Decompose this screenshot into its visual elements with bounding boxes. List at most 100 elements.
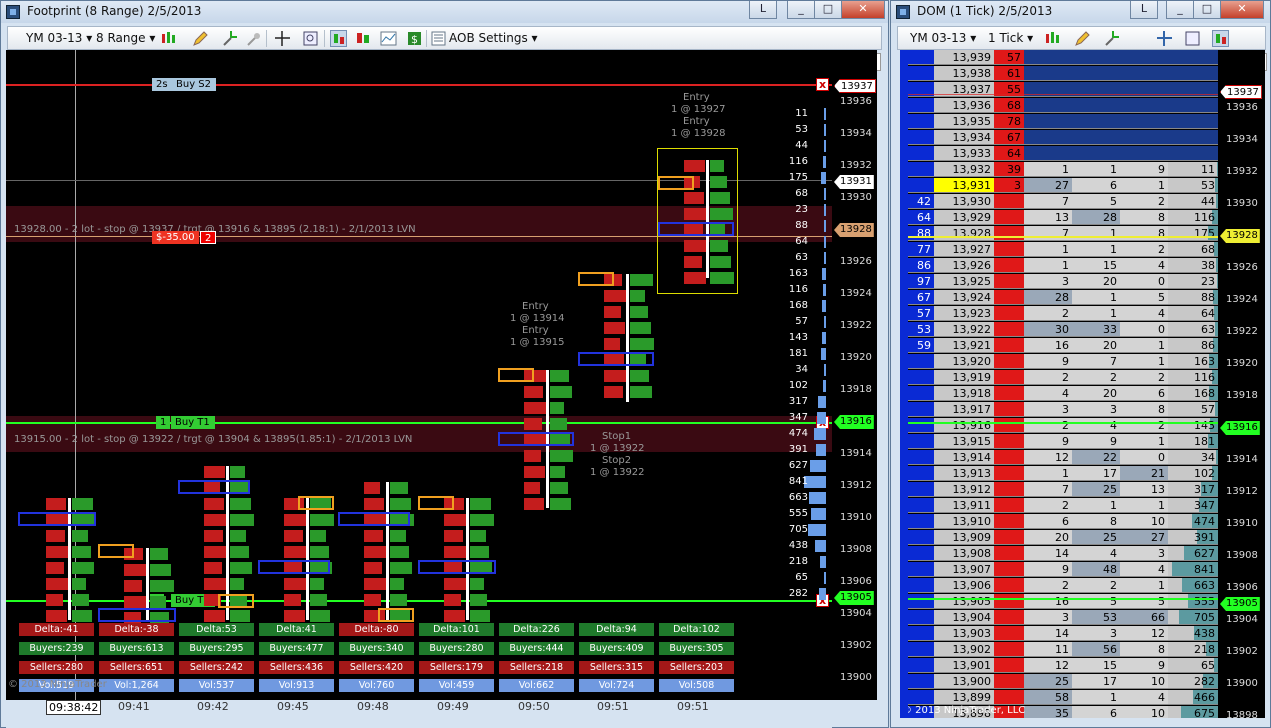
footprint-titlebar[interactable]: Footprint (8 Range) 2/5/2013 L _ □ ✕	[1, 1, 888, 23]
dom-row[interactable]: 53 13,922 30 33 0 63	[908, 322, 1218, 338]
dom-row[interactable]: 13,937 55	[908, 82, 1218, 98]
close-button[interactable]: ✕	[841, 1, 885, 19]
order-t1-qty[interactable]: 1	[156, 416, 171, 429]
dom-row[interactable]: 64 13,929 13 28 8 116	[908, 210, 1218, 226]
dom-row[interactable]: 13,901 12 15 9 65	[908, 658, 1218, 674]
chart-properties-icon[interactable]	[380, 30, 397, 47]
dom-total-vol: 282	[1168, 674, 1218, 689]
dom-row[interactable]: 77 13,927 1 1 2 68	[908, 242, 1218, 258]
dom-row[interactable]: 13,903 14 3 12 438	[908, 626, 1218, 642]
dom-titlebar[interactable]: DOM (1 Tick) 2/5/2013 L _ □ ✕	[891, 1, 1270, 23]
dom-row[interactable]: 13,933 64	[908, 146, 1218, 162]
dom-ladder[interactable]: 13,939 57 13,938 61 13,937 55 13,936 68 13,935 78…	[908, 50, 1218, 718]
dom-row[interactable]: 13,910 6 8 10 474	[908, 514, 1218, 530]
maximize-button[interactable]: □	[1193, 1, 1221, 19]
aob-settings-menu[interactable]: AOB Settings ▾	[449, 31, 538, 45]
indicators-icon[interactable]	[1212, 30, 1229, 47]
close-button[interactable]: ✕	[1220, 1, 1264, 19]
dom-row[interactable]: 13,936 68	[908, 98, 1218, 114]
dom-row[interactable]: 13,935 78	[908, 114, 1218, 130]
dom-row[interactable]: 13,939 57	[908, 50, 1218, 66]
instrument-selector[interactable]: YM 03-13 ▾	[26, 31, 92, 45]
footprint-cell	[550, 498, 571, 510]
draw-pencil-icon[interactable]	[1074, 30, 1091, 47]
aob-settings-icon[interactable]	[430, 30, 447, 47]
dom-row[interactable]: 13,899 58 1 4 466	[908, 690, 1218, 706]
footprint-cell	[550, 402, 564, 414]
dom-row[interactable]: 13,909 20 25 27 391	[908, 530, 1218, 546]
dom-price: 13,904	[934, 610, 994, 625]
data-box-icon[interactable]	[302, 30, 319, 47]
order-t1-label[interactable]: Buy T1	[171, 416, 215, 429]
dom-row[interactable]: 13,917 3 3 8 57	[908, 402, 1218, 418]
dom-period-selector[interactable]: 1 Tick ▾	[988, 31, 1033, 45]
dom-row[interactable]: 88 13,928 7 1 8 175	[908, 226, 1218, 242]
dom-row[interactable]: 42 13,930 7 5 2 44	[908, 194, 1218, 210]
bar-type-icon[interactable]	[160, 30, 177, 47]
dom-row[interactable]: 13,931 3 27 6 1 53	[908, 178, 1218, 194]
link-button[interactable]: L	[749, 1, 777, 19]
dom-row[interactable]: 13,914 12 22 0 34	[908, 450, 1218, 466]
dom-sell-vol	[1024, 130, 1072, 145]
dom-row[interactable]: 59 13,921 16 20 1 86	[908, 338, 1218, 354]
time-axis[interactable]: 09:41 09:42 09:45 09:48 09:49 09:50 09:51 09:51…	[6, 700, 832, 728]
period-selector[interactable]: 8 Range ▾	[96, 31, 155, 45]
data-box-icon[interactable]	[1184, 30, 1201, 47]
maximize-button[interactable]: □	[814, 1, 842, 19]
dom-bid	[908, 642, 934, 657]
dom-row[interactable]: 13,932 39 1 1 9 11	[908, 162, 1218, 178]
indicators-icon[interactable]	[330, 30, 347, 47]
zoom-in-icon[interactable]	[222, 30, 239, 47]
dom-total-vol	[1168, 98, 1218, 113]
price-axis[interactable]: 13936 13934 13932 13930 13928 13926 13924 13922…	[832, 50, 877, 700]
minimize-button[interactable]: _	[787, 1, 815, 19]
dom-row[interactable]: 13,916 2 4 2 143	[908, 418, 1218, 434]
minimize-button[interactable]: _	[1166, 1, 1194, 19]
dom-row[interactable]: 13,934 67	[908, 130, 1218, 146]
zoom-in-icon[interactable]	[1104, 30, 1121, 47]
dom-price: 13,930	[934, 194, 994, 209]
profile-value: 23	[795, 204, 808, 215]
crosshair-icon[interactable]	[274, 30, 291, 47]
dom-row[interactable]: 13,918 4 20 6 168	[908, 386, 1218, 402]
dom-price-axis[interactable]: 13937 13936 13934 13932 13930 13928 13926 13924…	[1218, 50, 1265, 721]
dom-row[interactable]: 13,908 14 4 3 627	[908, 546, 1218, 562]
dom-row[interactable]: 67 13,924 28 1 5 88	[908, 290, 1218, 306]
bar-type-icon[interactable]	[1044, 30, 1061, 47]
dom-row[interactable]: 13,905 16 5 5 555	[908, 594, 1218, 610]
dom-row[interactable]: 57 13,923 2 1 4 64	[908, 306, 1218, 322]
dom-row[interactable]: 13,912 7 25 13 317	[908, 482, 1218, 498]
dom-row[interactable]: 13,915 9 9 1 181	[908, 434, 1218, 450]
dom-price-tick: 13920	[1226, 358, 1258, 369]
dom-bid	[908, 434, 934, 449]
dom-row[interactable]: 13,919 2 2 2 116	[908, 370, 1218, 386]
dom-row[interactable]: 13,902 11 56 8 218	[908, 642, 1218, 658]
dom-row[interactable]: 97 13,925 3 20 0 23	[908, 274, 1218, 290]
dom-row[interactable]: 86 13,926 1 15 4 38	[908, 258, 1218, 274]
dom-row[interactable]: 13,913 1 17 21 102	[908, 466, 1218, 482]
dom-row[interactable]: 13,900 25 17 10 282	[908, 674, 1218, 690]
footprint-chart[interactable]: 13928.00 - 2 lot - stop @ 13937 / trgt @…	[6, 50, 832, 700]
currency-icon[interactable]: $	[406, 30, 423, 47]
dom-row[interactable]: 13,906 2 2 1 663	[908, 578, 1218, 594]
strategies-icon[interactable]	[355, 30, 372, 47]
footprint-cell	[204, 562, 222, 574]
dom-row[interactable]: 13,907 9 48 4 841	[908, 562, 1218, 578]
draw-pencil-icon[interactable]	[192, 30, 209, 47]
dom-total-vol: 391	[1168, 530, 1218, 545]
dom-instrument-selector[interactable]: YM 03-13 ▾	[910, 31, 976, 45]
order-s2-qty[interactable]: 2s	[152, 78, 172, 91]
pnl-qty[interactable]: 2	[200, 231, 217, 244]
cancel-stop-icon[interactable]: x	[816, 78, 829, 91]
footprint-cell	[364, 530, 383, 542]
zoom-out-icon[interactable]	[246, 30, 263, 47]
poc-box	[578, 272, 614, 286]
order-s2-label[interactable]: Buy S2	[172, 78, 216, 91]
dom-row[interactable]: 13,904 3 53 66 705	[908, 610, 1218, 626]
crosshair-icon[interactable]	[1156, 30, 1173, 47]
link-button[interactable]: L	[1130, 1, 1158, 19]
summary-delta: Delta:-80	[339, 623, 414, 636]
dom-row[interactable]: 13,920 9 7 1 163	[908, 354, 1218, 370]
dom-row[interactable]: 13,938 61	[908, 66, 1218, 82]
dom-row[interactable]: 13,911 2 1 1 347	[908, 498, 1218, 514]
